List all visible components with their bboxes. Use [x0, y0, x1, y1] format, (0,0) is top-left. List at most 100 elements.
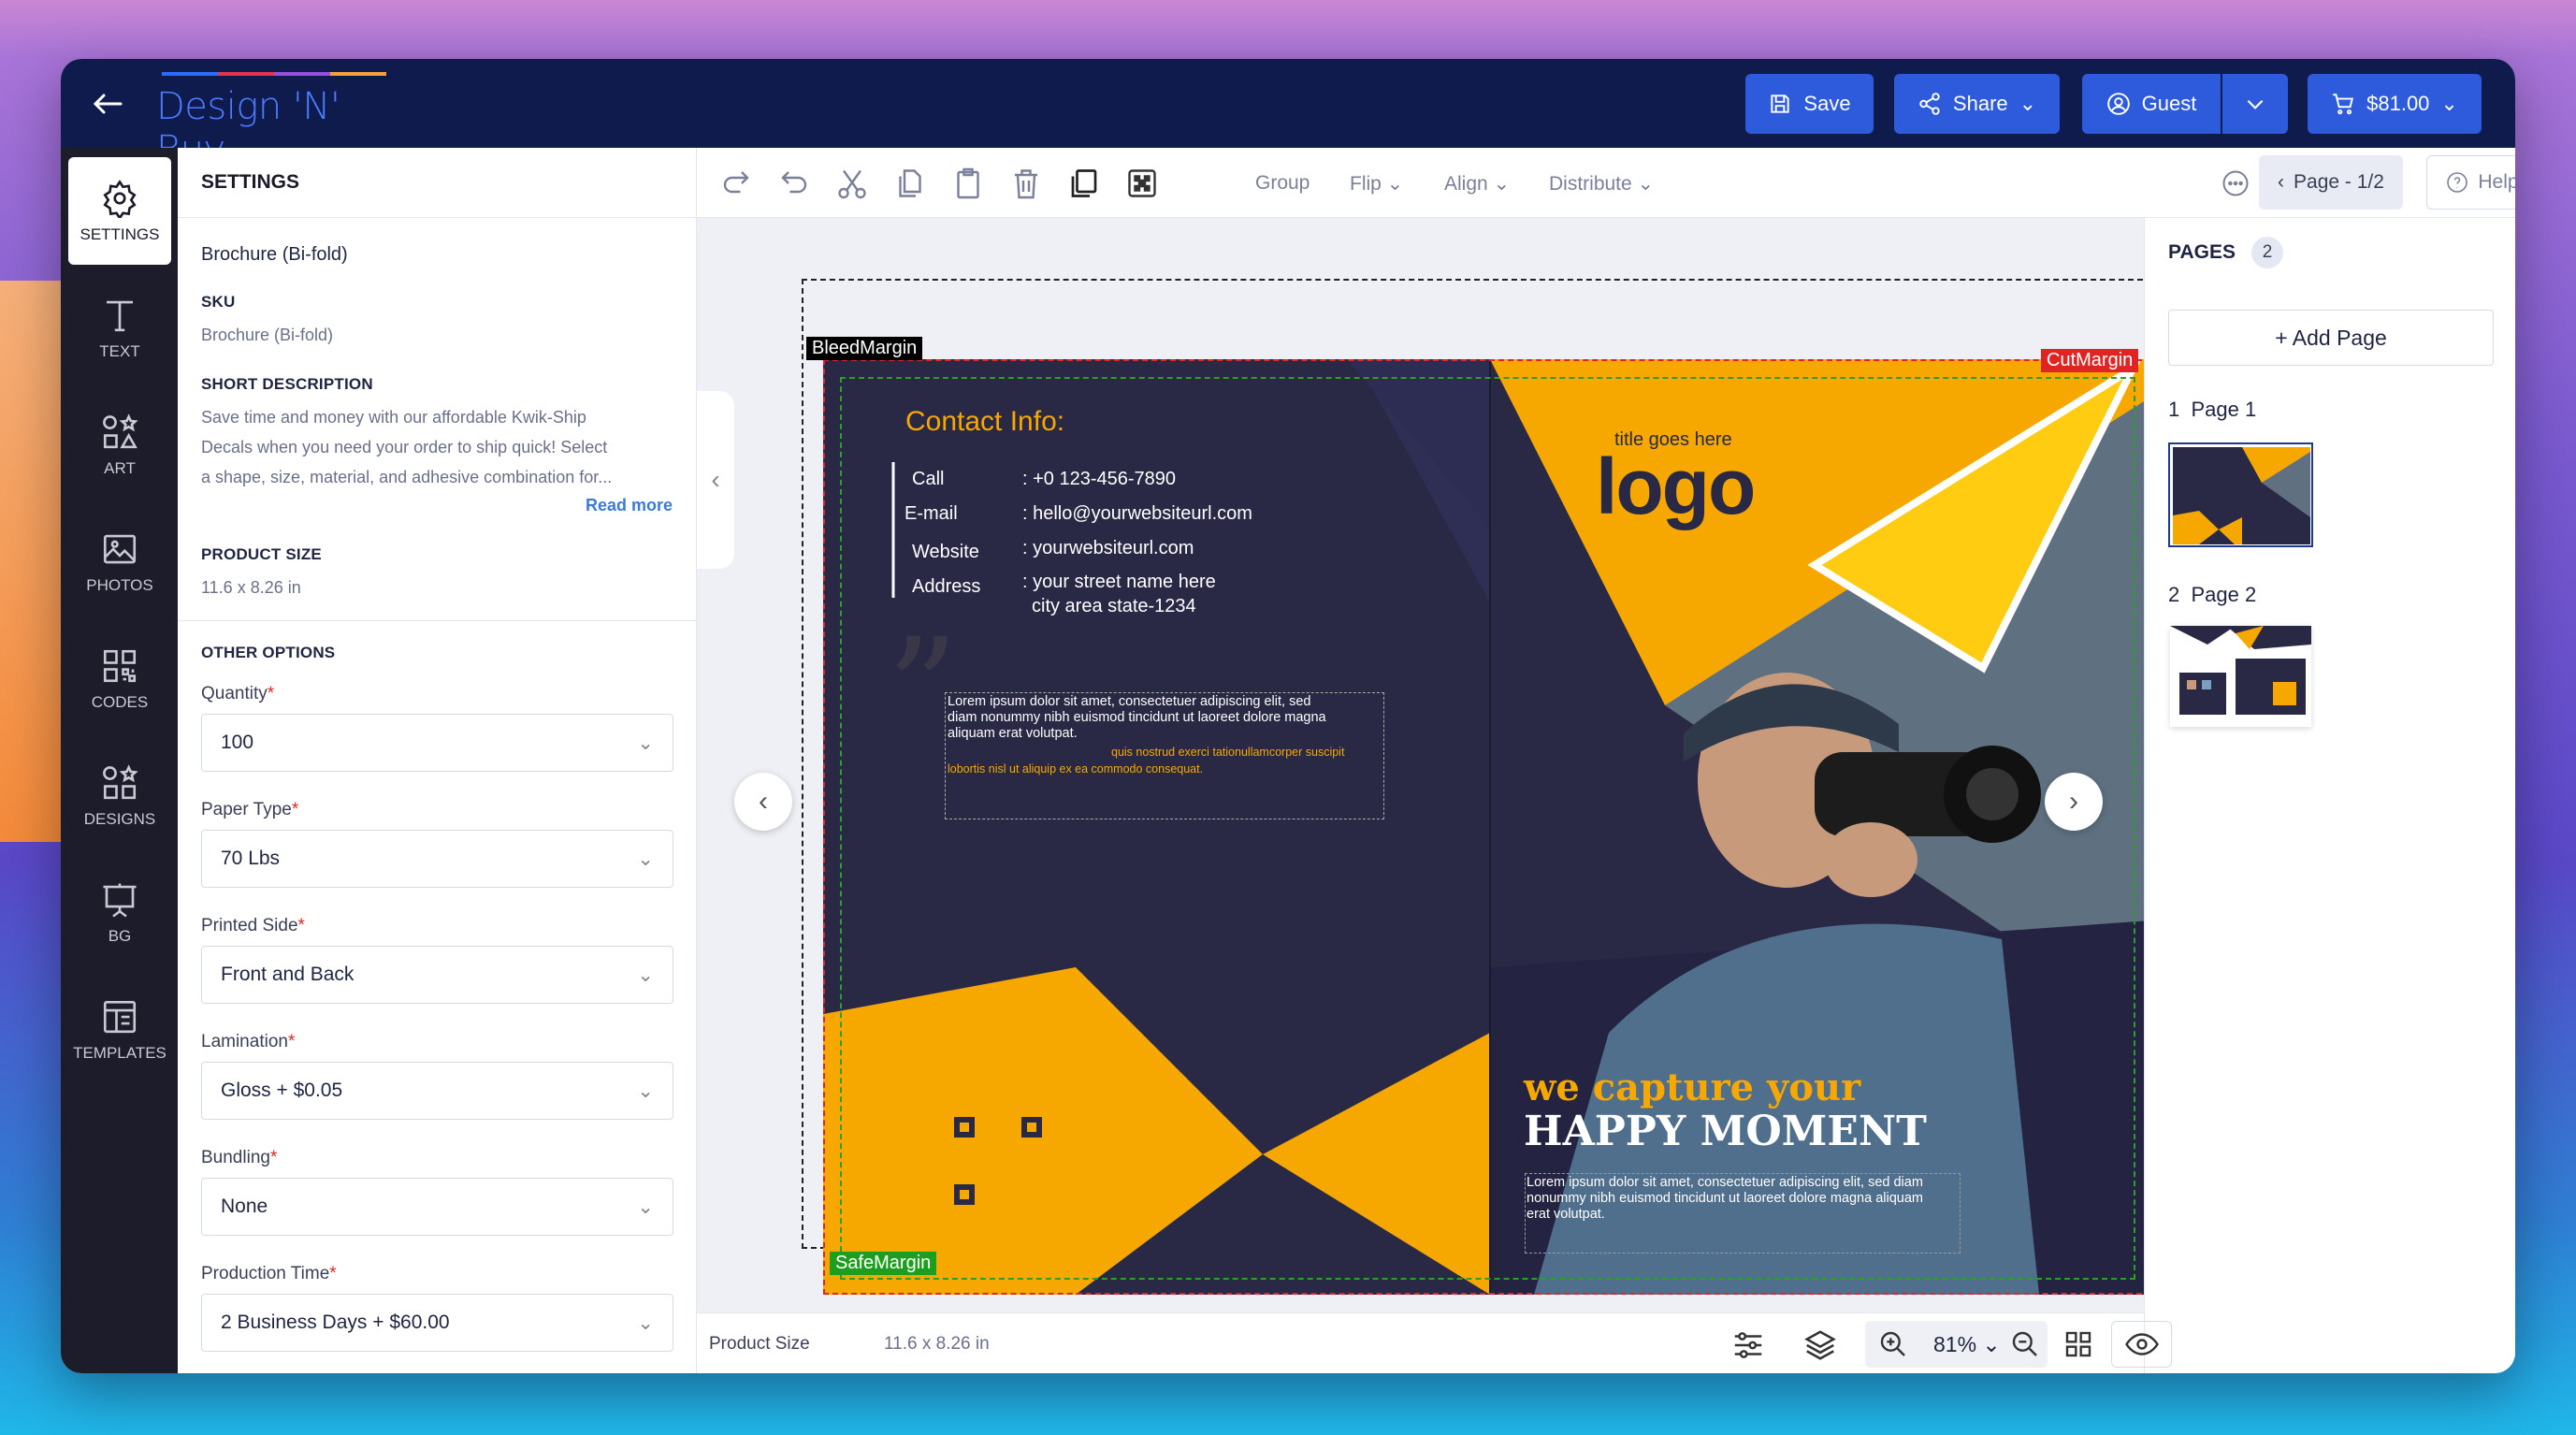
read-more-link[interactable]: Read more	[586, 496, 673, 515]
back-arrow-icon[interactable]	[89, 85, 126, 123]
next-page-button[interactable]: ›	[2045, 773, 2103, 831]
lorem-text-2: Lorem ipsum dolor sit amet, consectetuer…	[1527, 1175, 1923, 1222]
redo-icon[interactable]	[719, 167, 753, 200]
paper-type-select[interactable]: 70 Lbs ⌄	[201, 830, 673, 888]
zoom-level-dropdown[interactable]: 81% ⌄	[1933, 1332, 2001, 1357]
shapes-icon	[103, 413, 138, 448]
zoom-in-icon[interactable]	[1878, 1329, 1908, 1359]
collapse-left-panel-toggle[interactable]: ‹	[697, 391, 734, 569]
align-dropdown[interactable]: Align ⌄	[1444, 172, 1510, 196]
sidebar-item-bg[interactable]: BG	[68, 859, 171, 966]
group-button[interactable]: Group	[1255, 172, 1310, 195]
cut-margin-tag: CutMargin	[2041, 349, 2139, 372]
eye-icon	[2124, 1333, 2159, 1355]
chevron-down-icon: ⌄	[637, 1080, 654, 1102]
image-icon	[103, 534, 137, 563]
gear-icon	[103, 179, 137, 218]
production-time-select[interactable]: 2 Business Days + $60.00 ⌄	[201, 1294, 673, 1352]
qr-icon	[103, 649, 137, 682]
designer-window: Design 'N' Buy Save Share ⌄ Guest $81.00…	[61, 59, 2515, 1373]
chevron-left-icon: ‹	[759, 786, 768, 817]
page-navigator[interactable]: ‹ Page - 1/2	[2259, 155, 2403, 210]
delete-icon[interactable]	[1009, 167, 1043, 200]
tagline-top[interactable]: we capture your	[1524, 1065, 1860, 1109]
pages-count-badge: 2	[2251, 237, 2283, 268]
distribute-dropdown[interactable]: Distribute ⌄	[1549, 172, 1654, 196]
tagline-bottom[interactable]: HAPPY MOMENT	[1524, 1108, 1927, 1155]
contact-labels[interactable]: Call E-mail Website Address	[904, 462, 981, 604]
help-icon	[2447, 172, 2468, 193]
sidebar-item-templates[interactable]: TEMPLATES	[68, 976, 171, 1083]
contact-values[interactable]: : +0 123-456-7890 : hello@yourwebsiteurl…	[1022, 462, 1252, 618]
layers-icon[interactable]	[1802, 1327, 1838, 1363]
cart-icon	[2333, 94, 2354, 115]
templates-icon	[103, 1000, 137, 1033]
share-icon	[1919, 93, 1940, 115]
chevron-down-icon: ⌄	[637, 848, 654, 870]
sidebar-item-designs[interactable]: DESIGNS	[68, 742, 171, 849]
sidebar-item-settings[interactable]: SETTINGS	[68, 157, 171, 265]
settings-title: SETTINGS	[178, 148, 696, 218]
grid-icon[interactable]	[2063, 1329, 2093, 1359]
pages-title: PAGES	[2168, 241, 2236, 263]
cart-button[interactable]: $81.00 ⌄	[2308, 74, 2482, 134]
more-options-icon[interactable]	[2221, 169, 2250, 197]
cut-icon[interactable]	[835, 167, 869, 200]
settings-panel: SETTINGS Brochure (Bi-fold) SKU Brochure…	[178, 148, 697, 1373]
contact-value: : your street name here	[1022, 572, 1216, 592]
page-1-label: 1 Page 1	[2168, 398, 2257, 421]
guest-button[interactable]: Guest	[2082, 74, 2221, 134]
paper-type-label: Paper Type*	[201, 800, 299, 819]
bundling-select[interactable]: None ⌄	[201, 1178, 673, 1236]
chevron-left-icon[interactable]: ‹	[2278, 171, 2284, 194]
sidebar-item-text[interactable]: TEXT	[68, 274, 171, 382]
sidebar-item-photos[interactable]: PHOTOS	[68, 508, 171, 616]
sidebar-item-art[interactable]: ART	[68, 391, 171, 499]
page-1-thumbnail[interactable]	[2168, 442, 2313, 547]
chevron-down-icon: ⌄	[637, 1196, 654, 1218]
brochure-spread[interactable]: ” Contact Info: Call E-mail Website Addr…	[823, 359, 2151, 1295]
add-page-button[interactable]: + Add Page	[2168, 310, 2494, 366]
save-icon	[1771, 94, 1790, 113]
contact-value: : yourwebsiteurl.com	[1022, 538, 1194, 558]
chevron-right-icon: ›	[2069, 786, 2078, 817]
save-button[interactable]: Save	[1745, 74, 1874, 134]
flip-dropdown[interactable]: Flip ⌄	[1350, 172, 1403, 196]
quantity-select[interactable]: 100 ⌄	[201, 714, 673, 772]
logo-placeholder[interactable]: logo	[1596, 442, 1756, 532]
short-description-line: Save time and money with our affordable …	[201, 408, 586, 427]
contact-title[interactable]: Contact Info:	[905, 406, 1064, 438]
paste-icon[interactable]	[951, 167, 985, 200]
sidebar-item-codes[interactable]: CODES	[68, 625, 171, 732]
short-description-line: Decals when you need your order to ship …	[201, 438, 608, 457]
duplicate-icon[interactable]	[1067, 167, 1101, 200]
user-icon	[2106, 93, 2130, 115]
contact-label: Address	[912, 576, 981, 597]
top-bar: Design 'N' Buy Save Share ⌄ Guest $81.00…	[61, 59, 2515, 171]
adjustments-icon[interactable]	[1730, 1327, 1766, 1363]
chevron-down-icon: ⌄	[2019, 92, 2037, 115]
copy-icon[interactable]	[893, 167, 927, 200]
contact-label: Website	[912, 542, 979, 562]
share-button[interactable]: Share ⌄	[1894, 74, 2060, 134]
printed-side-select[interactable]: Front and Back ⌄	[201, 946, 673, 1004]
prev-page-button[interactable]: ‹	[734, 773, 792, 831]
contact-value: : hello@yourwebsiteurl.com	[1022, 503, 1252, 524]
pages-panel: PAGES 2 + Add Page 1 Page 1 2 Page 2	[2144, 218, 2515, 1373]
lamination-label: Lamination*	[201, 1032, 296, 1051]
contact-value: city area state-1234	[1032, 596, 1196, 616]
contact-label: Call	[912, 469, 945, 489]
bottom-status-bar: Product Size 11.6 x 8.26 in 81% ⌄	[697, 1312, 2172, 1373]
help-button[interactable]: Help	[2426, 155, 2515, 210]
guest-menu-toggle[interactable]	[2222, 74, 2288, 134]
easel-icon	[103, 883, 137, 918]
text-icon	[107, 300, 133, 331]
page-2-thumbnail[interactable]	[2170, 626, 2311, 727]
zoom-out-icon[interactable]	[2010, 1329, 2040, 1359]
contact-value: : +0 123-456-7890	[1022, 469, 1177, 489]
preview-button[interactable]	[2111, 1321, 2172, 1368]
transparency-icon[interactable]	[1125, 167, 1159, 200]
sku-value: Brochure (Bi-fold)	[201, 326, 334, 344]
undo-icon[interactable]	[777, 167, 811, 200]
lamination-select[interactable]: Gloss + $0.05 ⌄	[201, 1062, 673, 1120]
